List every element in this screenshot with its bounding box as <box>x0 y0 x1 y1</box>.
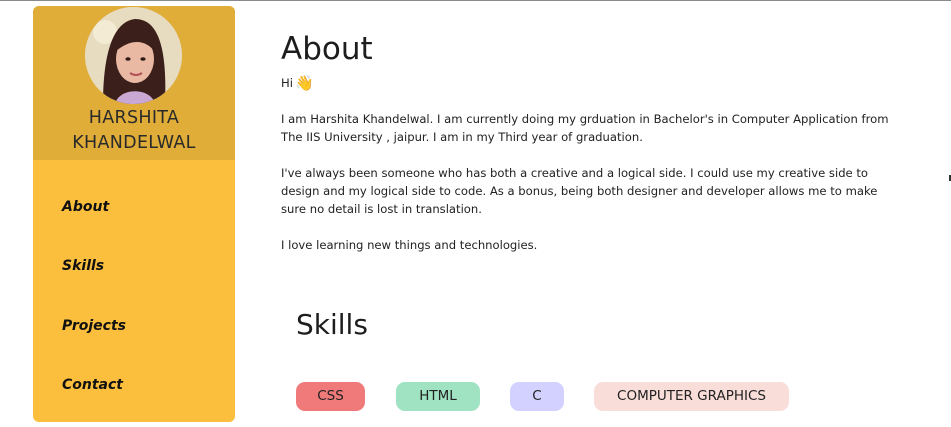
greeting-text: Hi <box>281 76 293 90</box>
about-content: Hi 👋 I am Harshita Khandelwal. I am curre… <box>281 74 901 272</box>
profile-first-name: HARSHITA <box>88 108 180 128</box>
nav-item-skills[interactable]: Skills <box>62 258 104 274</box>
skills-heading: Skills <box>296 308 368 341</box>
about-paragraph: I am Harshita Khandelwal. I am currently… <box>281 112 889 144</box>
about-heading: About <box>281 31 373 67</box>
about-paragraph: I love learning new things and technolog… <box>281 238 538 252</box>
nav-item-projects[interactable]: Projects <box>62 318 126 334</box>
waving-hand-icon: 👋 <box>294 74 314 92</box>
nav-item-contact[interactable]: Contact <box>62 377 123 393</box>
nav-item-about[interactable]: About <box>62 199 109 215</box>
about-paragraph: I've always been someone who has both a … <box>281 166 878 216</box>
greeting-line: Hi 👋 <box>281 74 901 92</box>
skill-badge-css: CSS <box>296 382 365 411</box>
top-divider <box>0 0 951 1</box>
profile-section: HARSHITA KHANDELWAL <box>33 6 235 160</box>
avatar-photo <box>85 7 182 104</box>
profile-last-name: KHANDELWAL <box>72 133 196 153</box>
skill-badge-html: HTML <box>396 382 480 411</box>
profile-name: HARSHITA KHANDELWAL <box>33 106 235 156</box>
sidebar: HARSHITA KHANDELWAL About Skills Project… <box>33 6 235 422</box>
skill-badge-c: C <box>510 382 564 411</box>
skill-badge-computer-graphics: COMPUTER GRAPHICS <box>594 382 789 411</box>
avatar <box>85 7 182 104</box>
